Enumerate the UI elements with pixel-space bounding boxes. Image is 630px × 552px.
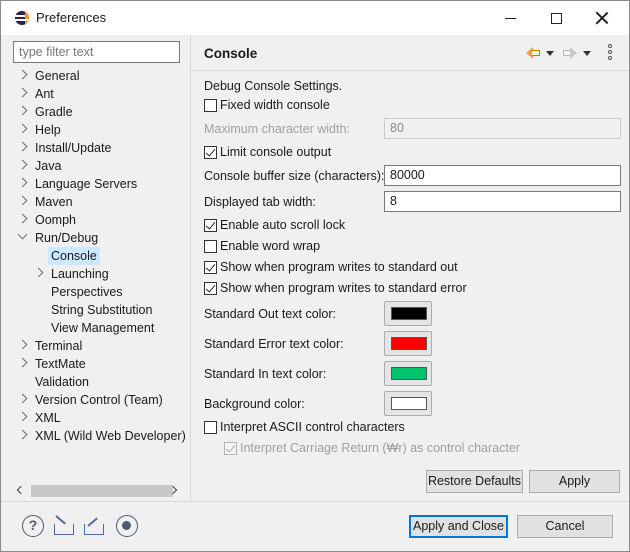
chevron-right-icon[interactable] [17, 123, 28, 134]
carriage-return-label: Interpret Carriage Return (₩r) as contro… [240, 441, 520, 455]
close-button[interactable] [579, 1, 625, 35]
preferences-tree: General Ant Gradle Help Install/Update J… [9, 67, 186, 483]
view-menu-icon[interactable] [607, 44, 613, 62]
console-settings: Debug Console Settings. Fixed width cons… [191, 71, 629, 501]
preferences-window: Preferences General Ant Gradle Help Inst… [0, 0, 630, 552]
background-color-button[interactable] [384, 391, 432, 416]
chevron-right-icon[interactable] [17, 195, 28, 206]
auto-scroll-label: Enable auto scroll lock [220, 218, 346, 232]
chevron-right-icon[interactable] [17, 357, 28, 368]
tab-width-label: Displayed tab width: [204, 195, 316, 209]
export-icon[interactable] [83, 515, 105, 537]
chevron-right-icon[interactable] [17, 177, 28, 188]
stderr-color-label: Standard Error text color: [204, 337, 344, 351]
chevron-right-icon[interactable] [17, 159, 28, 170]
limit-output-checkbox[interactable] [204, 146, 217, 159]
apply-and-close-button[interactable]: Apply and Close [409, 515, 508, 538]
chevron-right-icon[interactable] [17, 213, 28, 224]
show-stdout-checkbox[interactable] [204, 261, 217, 274]
fixed-width-label: Fixed width console [220, 98, 330, 112]
chevron-right-icon[interactable] [17, 69, 28, 80]
minimize-button[interactable] [487, 1, 533, 35]
ascii-control-checkbox[interactable] [204, 421, 217, 434]
chevron-right-icon[interactable] [17, 411, 28, 422]
cancel-button[interactable]: Cancel [517, 515, 613, 538]
tab-width-field[interactable]: 8 [384, 191, 621, 212]
title-bar: Preferences [1, 1, 629, 35]
maximize-icon [550, 12, 562, 24]
apply-button[interactable]: Apply [529, 470, 620, 493]
background-color-label: Background color: [204, 397, 305, 411]
fixed-width-checkbox[interactable] [204, 99, 217, 112]
restore-defaults-button[interactable]: Restore Defaults [426, 470, 523, 493]
max-char-width-field: 80 [384, 118, 621, 139]
chevron-right-icon[interactable] [17, 87, 28, 98]
max-char-width-label: Maximum character width: [204, 122, 350, 136]
stdout-color-button[interactable] [384, 301, 432, 326]
show-stdout-label: Show when program writes to standard out [220, 260, 458, 274]
stdin-color-swatch [391, 367, 427, 380]
page-title: Console [204, 46, 258, 61]
scrollbar-thumb[interactable] [31, 485, 173, 497]
page-header: Console [191, 35, 629, 71]
tree-horizontal-scrollbar[interactable] [13, 483, 181, 499]
forward-arrow-icon [563, 47, 577, 59]
show-stderr-checkbox[interactable] [204, 282, 217, 295]
chevron-down-icon[interactable] [17, 229, 28, 240]
chevron-right-icon[interactable] [17, 393, 28, 404]
filter-input[interactable] [13, 41, 180, 63]
minimize-icon [504, 17, 516, 19]
buffer-size-label: Console buffer size (characters): [204, 169, 385, 183]
close-icon [595, 11, 609, 25]
window-title: Preferences [36, 10, 107, 25]
limit-output-label: Limit console output [220, 145, 332, 159]
maximize-button[interactable] [533, 1, 579, 35]
stdout-color-label: Standard Out text color: [204, 307, 337, 321]
record-icon[interactable] [116, 515, 138, 537]
forward-dropdown-icon[interactable] [583, 51, 591, 56]
dialog-button-bar: ? Apply and Close Cancel [1, 501, 629, 551]
auto-scroll-checkbox[interactable] [204, 219, 217, 232]
chevron-right-icon[interactable] [17, 141, 28, 152]
back-arrow-icon [526, 47, 540, 59]
stderr-color-swatch [391, 337, 427, 350]
section-label: Debug Console Settings. [204, 79, 343, 93]
import-icon[interactable] [53, 515, 75, 537]
stdout-color-swatch [391, 307, 427, 320]
stderr-color-button[interactable] [384, 331, 432, 356]
show-stderr-label: Show when program writes to standard err… [220, 281, 467, 295]
background-color-swatch [391, 397, 427, 410]
buffer-size-field[interactable]: 80000 [384, 165, 621, 186]
chevron-right-icon[interactable] [17, 105, 28, 116]
back-dropdown-icon[interactable] [546, 51, 554, 56]
chevron-right-icon[interactable] [17, 429, 28, 440]
word-wrap-label: Enable word wrap [220, 239, 321, 253]
help-icon[interactable]: ? [22, 515, 44, 537]
chevron-right-icon[interactable] [33, 267, 44, 278]
scroll-left-icon[interactable] [16, 485, 26, 495]
stdin-color-button[interactable] [384, 361, 432, 386]
word-wrap-checkbox[interactable] [204, 240, 217, 253]
eclipse-logo-icon [15, 11, 29, 25]
stdin-color-label: Standard In text color: [204, 367, 327, 381]
chevron-right-icon[interactable] [17, 339, 28, 350]
carriage-return-checkbox [224, 442, 237, 455]
ascii-control-label: Interpret ASCII control characters [220, 420, 405, 434]
